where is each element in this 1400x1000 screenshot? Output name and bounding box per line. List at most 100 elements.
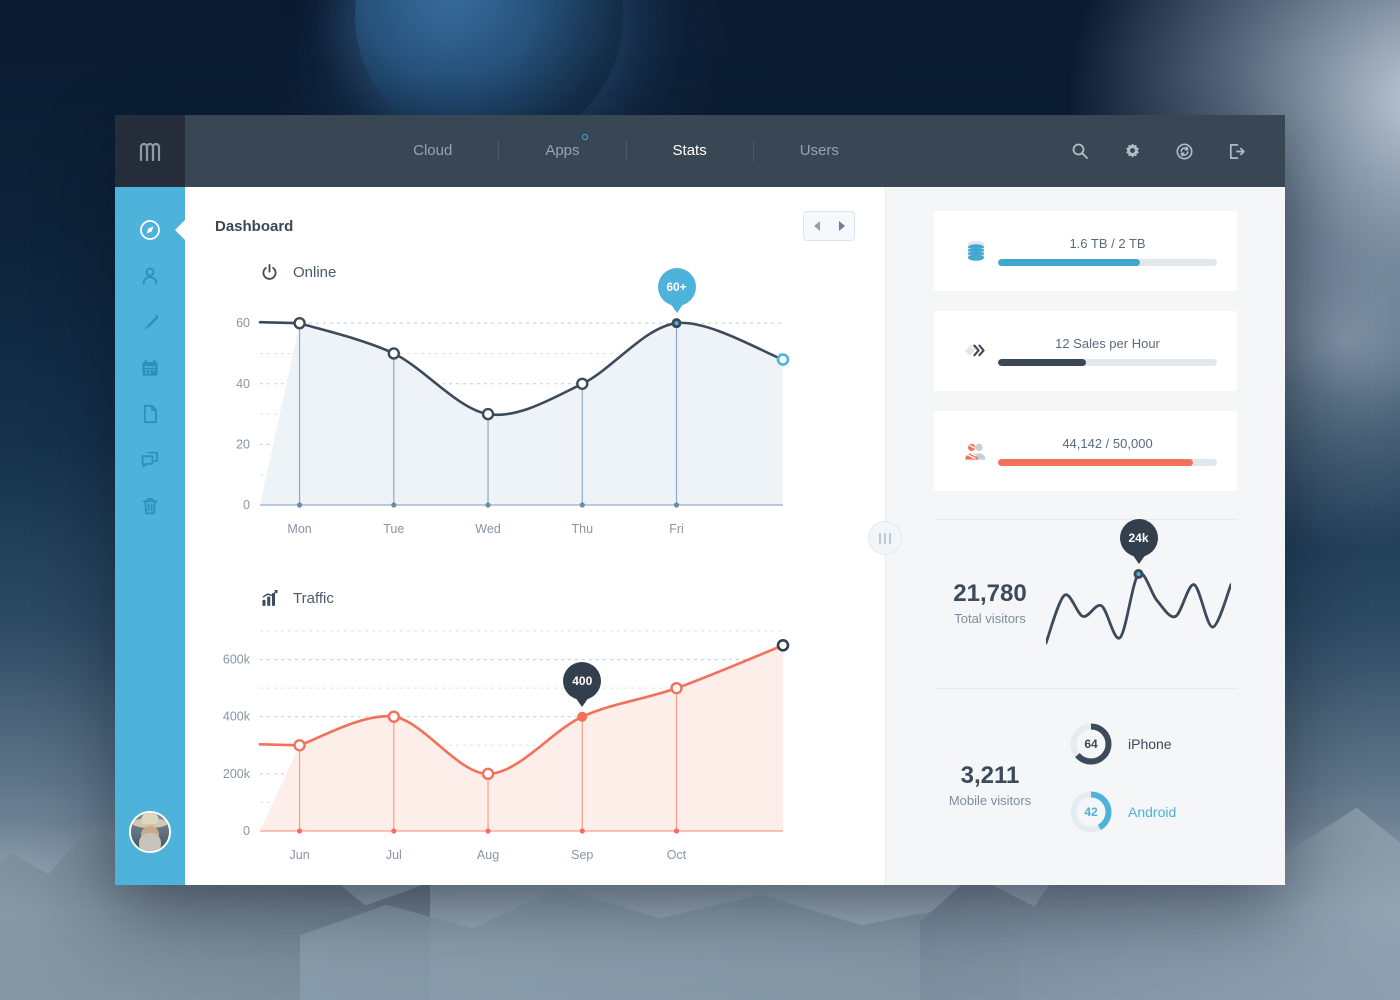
chat-icon: [141, 451, 158, 468]
total-visitors-number: 21,780: [953, 580, 1027, 607]
panel-resize-handle[interactable]: [868, 521, 902, 555]
svg-text:Aug: Aug: [477, 848, 499, 862]
sidebar-item-calendar[interactable]: [115, 345, 185, 391]
top-navigation-bar: Cloud Apps Stats Users: [115, 115, 1285, 187]
nav-item-apps[interactable]: Apps: [499, 134, 625, 163]
sidebar-item-pen[interactable]: [115, 299, 185, 345]
dashboard-window: Cloud Apps Stats Users Dashboard Online …: [115, 115, 1285, 885]
handle-bar: [889, 532, 891, 544]
visitors-icon-glyph: [965, 443, 986, 460]
sidebar-item-document[interactable]: [115, 391, 185, 437]
mobile-visitors-number: 3,211: [960, 762, 1020, 789]
total-visitors-sparkline[interactable]: 24k: [1044, 519, 1237, 658]
storage-stat-body: 1.6 TB / 2 TB: [998, 236, 1217, 266]
next-page-button[interactable]: [829, 212, 854, 240]
handle-bar: [884, 532, 886, 544]
database-icon: [954, 239, 998, 263]
mobile-platform-donuts: 64 iPhone 42 Android: [1046, 721, 1237, 849]
visitors-progress-track: [998, 459, 1217, 466]
page-title: Dashboard: [215, 217, 294, 235]
prev-page-button[interactable]: [804, 212, 829, 240]
nav-items: Cloud Apps Stats Users: [185, 115, 1067, 187]
stat-card-sales[interactable]: 12 Sales per Hour: [934, 311, 1237, 391]
calendar-icon: [142, 359, 158, 376]
logout-icon[interactable]: [1223, 138, 1249, 164]
sparkline-tooltip-pin: 24k: [1119, 519, 1158, 557]
database-icon-glyph: [968, 240, 984, 261]
search-icon[interactable]: [1067, 138, 1093, 164]
online-chart-header: Online: [215, 259, 855, 285]
sidebar-item-compass[interactable]: [115, 207, 185, 253]
power-icon: [260, 263, 279, 282]
android-donut-label: Android: [1128, 804, 1177, 820]
sync-icon[interactable]: [1171, 138, 1197, 164]
total-visitors-caption: Total visitors: [954, 611, 1026, 626]
storage-stat-label: 1.6 TB / 2 TB: [1069, 236, 1146, 251]
traffic-chart-block: Traffic 0 200k 400k 600k Jun Jul Aug Sep Oct 400: [215, 585, 855, 869]
user-icon: [142, 267, 158, 285]
svg-text:Jun: Jun: [290, 848, 310, 862]
online-chart-canvas[interactable]: 0 20 40 60 Mon Tue Wed Thu Fri 60+: [215, 268, 855, 543]
stat-card-storage[interactable]: 1.6 TB / 2 TB: [934, 211, 1237, 291]
svg-text:600k: 600k: [223, 653, 251, 667]
total-visitors-row: 21,780 Total visitors 24k: [934, 519, 1237, 658]
nav-item-users[interactable]: Users: [754, 139, 885, 163]
sales-progress-fill: [998, 359, 1086, 366]
traffic-chart-title: Traffic: [293, 589, 334, 607]
svg-text:0: 0: [243, 824, 250, 838]
visitors-stat-body: 44,142 / 50,000: [998, 436, 1217, 466]
traffic-tooltip-label: 400: [572, 673, 593, 688]
svg-text:60: 60: [236, 316, 250, 330]
svg-text:Jul: Jul: [386, 848, 402, 862]
svg-text:200k: 200k: [223, 767, 251, 781]
notification-dot-icon: [581, 134, 588, 140]
sidebar-item-trash[interactable]: [115, 483, 185, 529]
topbar-actions: [1067, 115, 1285, 187]
traffic-chart-header: Traffic: [215, 585, 855, 611]
svg-text:Mon: Mon: [287, 522, 311, 536]
svg-text:20: 20: [236, 437, 250, 451]
nav-label-users: Users: [799, 142, 839, 159]
app-logo[interactable]: [115, 115, 185, 187]
nav-label-apps: Apps: [545, 142, 580, 159]
android-donut-chart: 42: [1068, 789, 1114, 835]
sidebar-rail: [115, 187, 185, 885]
handle-bar: [879, 532, 881, 544]
visitors-progress-fill: [998, 459, 1193, 466]
svg-text:Sep: Sep: [571, 848, 593, 862]
svg-text:400k: 400k: [223, 710, 251, 724]
window-body: Dashboard Online 0 20 40 60 Mon Tue Wed …: [115, 187, 1285, 885]
user-avatar[interactable]: [129, 811, 171, 853]
sidebar-item-user[interactable]: [115, 253, 185, 299]
main-content-panel: Dashboard Online 0 20 40 60 Mon Tue Wed …: [185, 187, 902, 885]
svg-text:Tue: Tue: [383, 522, 404, 536]
online-chart-title: Online: [293, 263, 337, 281]
storage-progress-track: [998, 259, 1217, 266]
svg-text:Wed: Wed: [475, 522, 501, 536]
stat-card-visitors[interactable]: 44,142 / 50,000: [934, 411, 1237, 491]
visitors-stat-label: 44,142 / 50,000: [1062, 436, 1153, 451]
mobile-visitors-caption: Mobile visitors: [948, 793, 1032, 808]
donut-row-iphone[interactable]: 64 iPhone: [1068, 721, 1237, 767]
donut-row-android[interactable]: 42 Android: [1068, 789, 1237, 835]
chevron-right-icon: [838, 221, 845, 231]
trash-icon: [142, 498, 158, 515]
iphone-donut-chart: 64: [1068, 721, 1114, 767]
total-visitors-figure: 21,780 Total visitors: [934, 580, 1046, 626]
sparkline-tooltip-label: 24k: [1128, 531, 1149, 545]
visitors-icon: [954, 440, 998, 462]
svg-text:Fri: Fri: [669, 522, 684, 536]
sidebar-item-chat[interactable]: [115, 437, 185, 483]
gear-icon[interactable]: [1119, 138, 1145, 164]
mobile-visitors-figure: 3,211 Mobile visitors: [934, 762, 1046, 808]
traffic-chart-canvas[interactable]: 0 200k 400k 600k Jun Jul Aug Sep Oct 400: [215, 619, 855, 869]
nav-item-cloud[interactable]: Cloud: [367, 139, 498, 163]
svg-text:Oct: Oct: [667, 848, 687, 862]
mountain-logo-icon: [139, 142, 161, 161]
nav-item-stats[interactable]: Stats: [627, 139, 753, 163]
compass-icon: [140, 220, 160, 240]
svg-text:Thu: Thu: [572, 522, 594, 536]
pagination-control: [803, 211, 855, 241]
right-sidebar-panel: 1.6 TB / 2 TB 12 Sales per Hour 44,142 /…: [885, 187, 1285, 885]
svg-text:40: 40: [236, 377, 250, 391]
